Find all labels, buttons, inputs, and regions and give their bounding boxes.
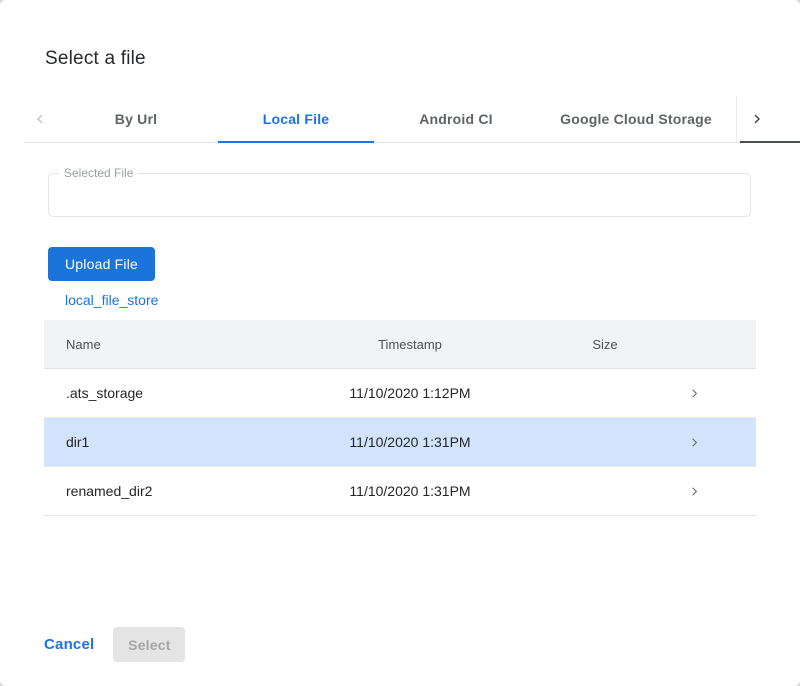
selected-file-label: Selected File	[59, 166, 138, 180]
timestamp-cell: 11/10/2020 1:12PM	[290, 385, 530, 401]
tab-label: Local File	[263, 111, 330, 127]
tabs-next-button[interactable]	[736, 96, 776, 142]
tab-local-file[interactable]: Local File	[216, 96, 376, 142]
select-file-dialog: Select a file By Url Local File Android …	[0, 0, 800, 686]
table-row[interactable]: renamed_dir2 11/10/2020 1:31PM	[44, 467, 756, 516]
table-row[interactable]: .ats_storage 11/10/2020 1:12PM	[44, 369, 756, 418]
cancel-button[interactable]: Cancel	[40, 636, 98, 653]
table-row-selected[interactable]: dir1 11/10/2020 1:31PM	[44, 418, 756, 467]
file-name-cell: dir1	[44, 434, 290, 450]
tab-label: Android CI	[419, 111, 493, 127]
column-header-timestamp: Timestamp	[290, 337, 530, 352]
upload-file-button[interactable]: Upload File	[48, 247, 155, 281]
chevron-left-icon	[32, 111, 48, 127]
dialog-footer: Cancel Select	[40, 627, 185, 662]
tabs-previous-button[interactable]	[24, 96, 56, 142]
local-file-store-link[interactable]: local_file_store	[65, 292, 158, 308]
table-header-row: Name Timestamp Size	[44, 320, 756, 369]
file-name-cell: renamed_dir2	[44, 483, 290, 499]
column-header-name: Name	[44, 337, 290, 352]
chevron-right-icon[interactable]	[687, 484, 702, 499]
selected-file-field: Selected File	[48, 173, 751, 217]
dialog-title: Select a file	[45, 48, 146, 70]
file-table: Name Timestamp Size .ats_storage 11/10/2…	[44, 320, 756, 516]
selected-file-input[interactable]	[49, 174, 750, 216]
chevron-right-icon[interactable]	[687, 435, 702, 450]
timestamp-cell: 11/10/2020 1:31PM	[290, 483, 530, 499]
tab-label: Google Cloud Storage	[560, 111, 712, 127]
tab-google-cloud-storage[interactable]: Google Cloud Storage	[536, 96, 736, 142]
tab-bar: By Url Local File Android CI Google Clou…	[24, 96, 776, 143]
select-button[interactable]: Select	[113, 627, 185, 662]
chevron-right-icon[interactable]	[687, 386, 702, 401]
column-header-size: Size	[530, 337, 680, 352]
tab-bar-edge	[740, 141, 800, 143]
file-name-cell: .ats_storage	[44, 385, 290, 401]
chevron-right-icon	[749, 111, 765, 127]
tab-by-url[interactable]: By Url	[56, 96, 216, 142]
timestamp-cell: 11/10/2020 1:31PM	[290, 434, 530, 450]
tab-label: By Url	[115, 111, 157, 127]
tab-android-ci[interactable]: Android CI	[376, 96, 536, 142]
